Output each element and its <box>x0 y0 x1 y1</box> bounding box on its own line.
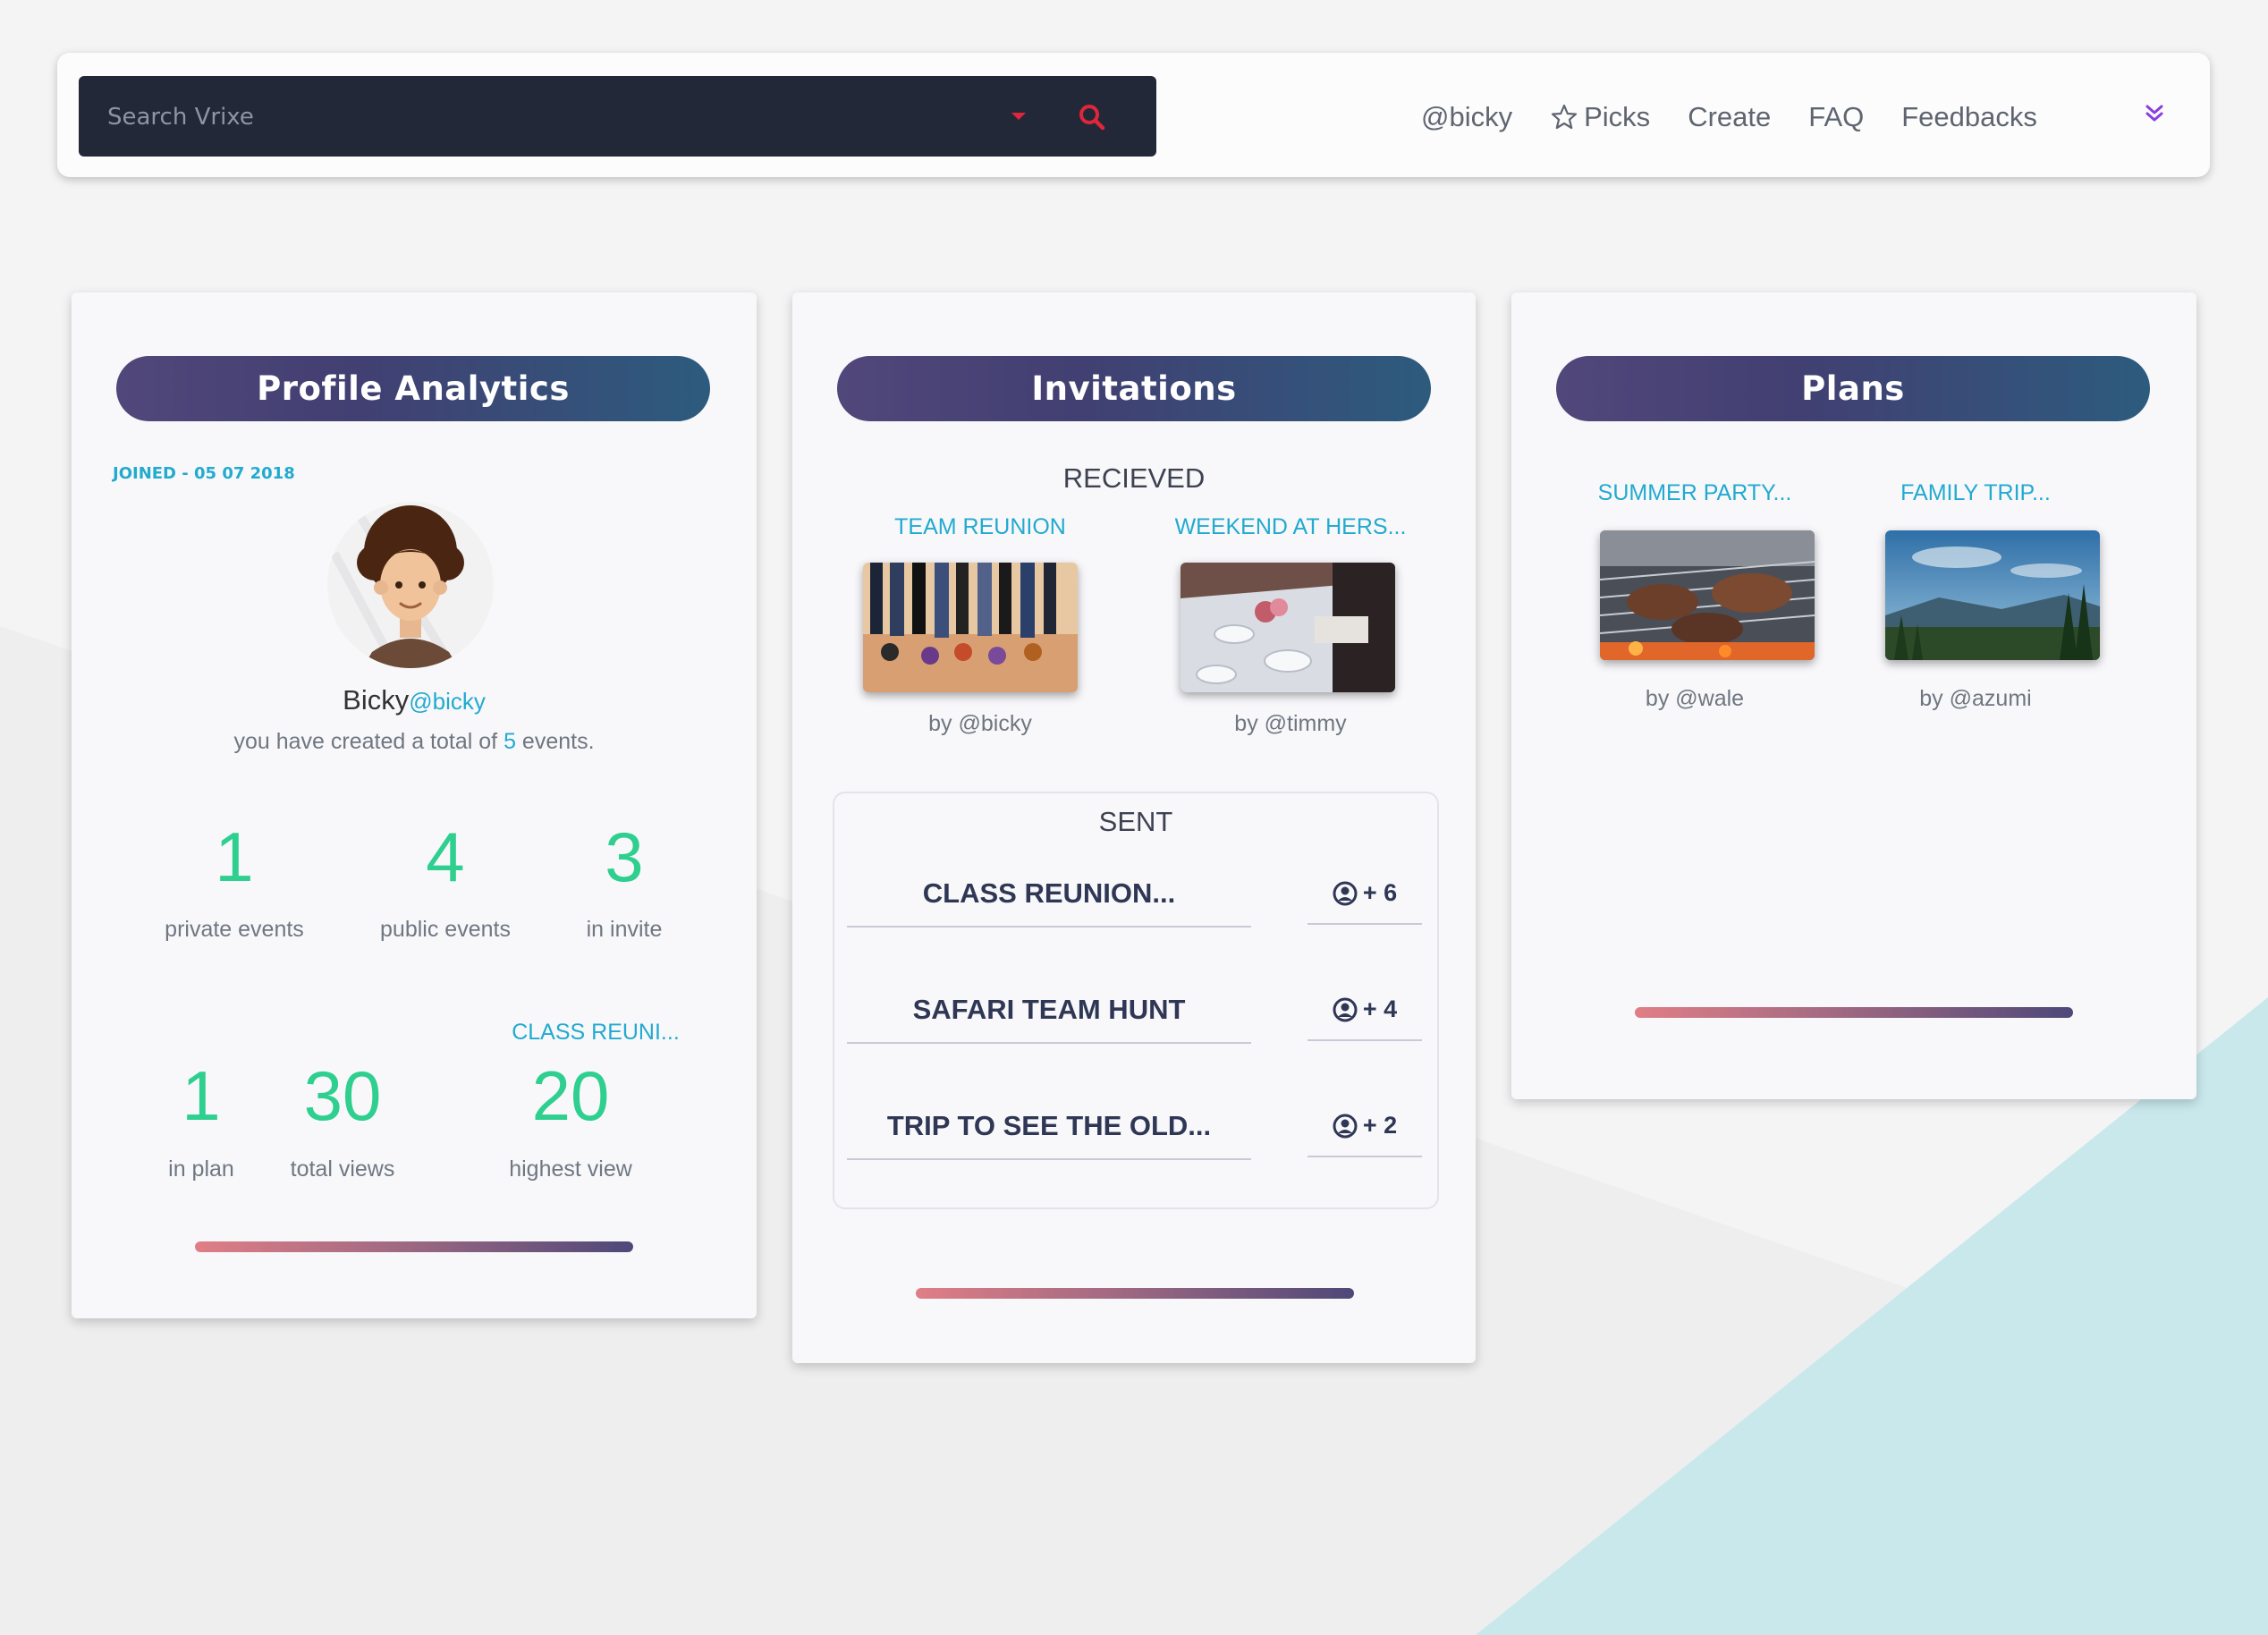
star-icon <box>1552 104 1578 130</box>
plan-title[interactable]: FAMILY TRIP... <box>1846 480 2105 506</box>
sent-invite-count: + 2 <box>1307 1112 1422 1157</box>
stat-highest-view-value: 20 <box>531 1056 610 1135</box>
top-navbar: @bicky Picks Create FAQ Feedbacks <box>57 53 2210 177</box>
nav-link-picks-label: Picks <box>1584 101 1651 132</box>
sent-invite-title[interactable]: CLASS REUNION... <box>847 877 1251 928</box>
search-bar <box>79 76 1156 157</box>
user-circle-icon <box>1333 881 1358 905</box>
sent-invite-count: + 6 <box>1307 879 1422 925</box>
user-circle-icon <box>1333 1114 1358 1138</box>
nav-link-picks[interactable]: Picks <box>1550 101 1650 133</box>
events-summary-suffix: events. <box>521 729 595 754</box>
card-title: Plans <box>1556 356 2150 421</box>
avatar[interactable] <box>326 500 495 670</box>
card-title: Invitations <box>837 356 1431 421</box>
received-invite-image[interactable] <box>1181 563 1395 692</box>
joined-date: JOINED - 05 07 2018 <box>113 464 295 483</box>
received-heading: RECIEVED <box>1062 462 1206 494</box>
sent-invite-count-value: + 4 <box>1362 995 1398 1022</box>
sent-invite-count: + 4 <box>1307 995 1422 1041</box>
sent-invite-count-value: + 2 <box>1362 1112 1398 1139</box>
card-footer-bar <box>916 1288 1354 1299</box>
stat-private-events-value: 1 <box>215 818 254 896</box>
plan-image[interactable] <box>1885 530 2100 660</box>
stat-total-views-value: 30 <box>303 1056 382 1135</box>
sent-invite-title[interactable]: SAFARI TEAM HUNT <box>847 994 1251 1044</box>
profile-handle[interactable]: @bicky <box>409 688 486 715</box>
sent-invite-title[interactable]: TRIP TO SEE THE OLD... <box>847 1110 1251 1160</box>
stat-highest-view-label: highest view <box>509 1156 632 1182</box>
user-circle-icon <box>1333 997 1358 1021</box>
stat-in-invite-label: in invite <box>586 917 663 942</box>
profile-name-line: Bicky@bicky <box>72 684 757 716</box>
received-invite-author: by @bicky <box>928 711 1032 736</box>
nav-link-faq[interactable]: FAQ <box>1808 101 1864 133</box>
received-invite-image[interactable] <box>863 563 1078 692</box>
nav-links: @bicky Picks Create FAQ Feedbacks <box>1421 96 2075 139</box>
search-icon[interactable] <box>1076 101 1108 133</box>
stat-in-invite-value: 3 <box>605 818 644 896</box>
double-chevron-down-icon[interactable] <box>2140 99 2169 128</box>
received-invite-title[interactable]: TEAM REUNION <box>837 514 1123 540</box>
nav-link-create[interactable]: Create <box>1688 101 1771 133</box>
plans-card: Plans SUMMER PARTY... by @wale FAMILY TR… <box>1511 292 2196 1099</box>
events-summary-prefix: you have created a total of <box>233 729 498 754</box>
caret-down-icon[interactable] <box>1009 106 1028 126</box>
received-invite-title[interactable]: WEEKEND AT HERS... <box>1143 514 1438 540</box>
card-footer-bar <box>1635 1007 2073 1018</box>
stat-private-events-label: private events <box>165 917 304 942</box>
stat-total-views-label: total views <box>290 1156 395 1182</box>
sent-invites-panel: SENT CLASS REUNION... + 6 SAFARI TEAM HU… <box>833 792 1439 1209</box>
received-invite-author: by @timmy <box>1234 711 1347 736</box>
nav-link-feedbacks[interactable]: Feedbacks <box>1901 101 2037 133</box>
search-input[interactable] <box>106 96 968 139</box>
profile-analytics-card: Profile Analytics JOINED - 05 07 2018 Bi… <box>72 292 757 1318</box>
sent-heading: SENT <box>1098 806 1173 837</box>
stat-public-events-value: 4 <box>426 818 465 896</box>
sent-invite-count-value: + 6 <box>1362 879 1398 906</box>
events-created-count: 5 <box>504 729 516 754</box>
card-footer-bar <box>195 1241 633 1252</box>
highest-view-event-title[interactable]: CLASS REUNI... <box>488 1020 703 1046</box>
profile-name: Bicky <box>343 684 410 716</box>
invitations-card: Invitations RECIEVED TEAM REUNION by @bi… <box>792 292 1476 1363</box>
events-created-summary: you have created a total of 5 events. <box>72 729 757 755</box>
plan-author: by @azumi <box>1919 686 2032 711</box>
plan-image[interactable] <box>1600 530 1815 660</box>
nav-link-profile[interactable]: @bicky <box>1421 101 1512 133</box>
plan-title[interactable]: SUMMER PARTY... <box>1565 480 1824 506</box>
plan-author: by @wale <box>1645 686 1745 711</box>
card-title: Profile Analytics <box>116 356 710 421</box>
